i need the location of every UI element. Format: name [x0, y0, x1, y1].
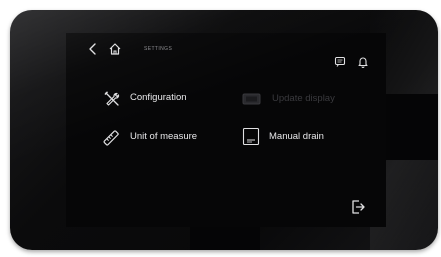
device-bezel: SETTINGS Configuration Update display Un…	[10, 10, 438, 250]
menu-item-label: Unit of measure	[130, 131, 198, 142]
top-bar: SETTINGS	[66, 33, 386, 68]
bell-icon[interactable]	[358, 56, 368, 68]
menu-item-configuration[interactable]: Configuration	[103, 90, 213, 108]
menu-item-label: Update display	[272, 93, 335, 104]
logout-icon[interactable]	[350, 199, 366, 215]
menu-item-label: Configuration	[130, 92, 187, 103]
chevron-left-icon[interactable]	[88, 43, 98, 55]
display-update-icon	[242, 93, 261, 105]
page-title: SETTINGS	[144, 46, 173, 52]
drain-icon	[242, 127, 260, 146]
wrench-screwdriver-icon	[104, 91, 120, 106]
menu-item-unit-of-measure[interactable]: Unit of measure	[103, 129, 233, 147]
menu-item-update-display: Update display	[242, 91, 362, 109]
chat-bubble-icon[interactable]	[334, 56, 346, 68]
menu-item-manual-drain[interactable]: Manual drain	[242, 127, 362, 146]
bezel-side-panel	[380, 94, 438, 160]
ruler-icon	[103, 130, 119, 146]
menu-item-label: Manual drain	[269, 131, 324, 142]
home-icon[interactable]	[108, 42, 122, 56]
touch-screen: SETTINGS Configuration Update display Un…	[66, 33, 386, 227]
